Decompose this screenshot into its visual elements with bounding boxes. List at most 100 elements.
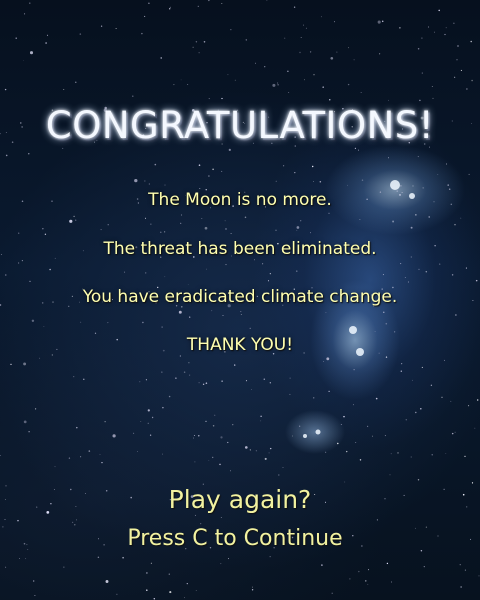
star xyxy=(62,147,64,149)
star xyxy=(146,589,148,591)
star xyxy=(230,29,232,31)
star xyxy=(150,562,152,564)
star xyxy=(160,57,162,59)
star xyxy=(153,597,156,600)
star xyxy=(240,314,242,315)
star xyxy=(29,2,31,4)
star xyxy=(4,88,7,91)
star xyxy=(201,218,203,219)
star xyxy=(23,362,27,366)
star xyxy=(266,0,268,1)
star xyxy=(220,436,223,439)
star xyxy=(432,97,434,99)
star xyxy=(340,423,342,425)
star xyxy=(42,228,44,230)
star xyxy=(411,379,413,381)
star xyxy=(451,432,454,435)
star xyxy=(225,264,227,266)
star xyxy=(254,259,256,261)
star xyxy=(140,421,142,422)
star xyxy=(5,154,8,157)
star xyxy=(474,427,476,429)
star xyxy=(470,40,472,43)
star xyxy=(232,424,234,426)
star xyxy=(465,267,467,269)
star xyxy=(134,178,138,183)
star xyxy=(288,92,290,94)
star xyxy=(234,79,236,81)
star xyxy=(431,86,433,87)
star xyxy=(5,566,7,568)
star xyxy=(401,363,403,365)
star xyxy=(97,556,100,559)
star xyxy=(162,453,163,455)
star xyxy=(39,357,41,359)
star xyxy=(187,283,189,285)
star xyxy=(430,384,433,386)
star xyxy=(133,432,135,434)
star xyxy=(296,229,298,231)
star xyxy=(19,557,20,559)
star xyxy=(357,149,360,151)
star xyxy=(300,36,302,39)
star xyxy=(25,558,27,560)
star xyxy=(43,326,45,327)
star xyxy=(107,224,109,226)
star xyxy=(28,431,30,433)
star xyxy=(46,34,49,36)
star xyxy=(454,223,456,226)
star xyxy=(353,369,355,371)
star xyxy=(260,420,262,422)
star xyxy=(269,556,271,558)
star xyxy=(124,271,126,273)
star xyxy=(441,396,443,398)
play-again-prompt: Play again? xyxy=(168,485,312,514)
star xyxy=(478,575,480,577)
star xyxy=(325,451,327,453)
star xyxy=(245,39,247,41)
star xyxy=(244,216,247,219)
star xyxy=(198,52,200,54)
star xyxy=(321,564,323,566)
star xyxy=(390,453,392,455)
star xyxy=(405,418,408,421)
star xyxy=(44,233,47,235)
star xyxy=(147,422,149,424)
star xyxy=(400,185,402,187)
star xyxy=(136,450,138,452)
star xyxy=(269,447,272,450)
star xyxy=(264,66,266,68)
star xyxy=(388,99,389,101)
star xyxy=(282,165,285,167)
star xyxy=(415,411,417,414)
star xyxy=(180,79,182,81)
star xyxy=(299,51,301,54)
star xyxy=(455,314,457,316)
star xyxy=(359,459,362,461)
congratulations-title: CONGRATULATIONS! xyxy=(45,104,435,147)
star xyxy=(198,382,200,384)
star xyxy=(407,281,409,283)
star xyxy=(282,467,284,469)
star xyxy=(161,371,163,373)
star xyxy=(385,322,388,325)
star xyxy=(200,523,202,525)
star xyxy=(80,456,82,458)
star xyxy=(149,434,152,436)
star xyxy=(453,22,455,24)
star xyxy=(73,215,75,218)
star xyxy=(326,357,330,361)
star xyxy=(4,519,6,521)
star xyxy=(18,262,20,264)
star xyxy=(264,457,267,460)
star xyxy=(260,415,262,417)
star xyxy=(175,377,177,379)
star xyxy=(162,406,164,409)
star xyxy=(76,426,78,429)
star xyxy=(142,321,144,324)
star xyxy=(457,45,459,47)
star xyxy=(466,88,468,90)
star xyxy=(386,562,389,565)
star xyxy=(348,47,350,49)
star xyxy=(311,165,314,168)
